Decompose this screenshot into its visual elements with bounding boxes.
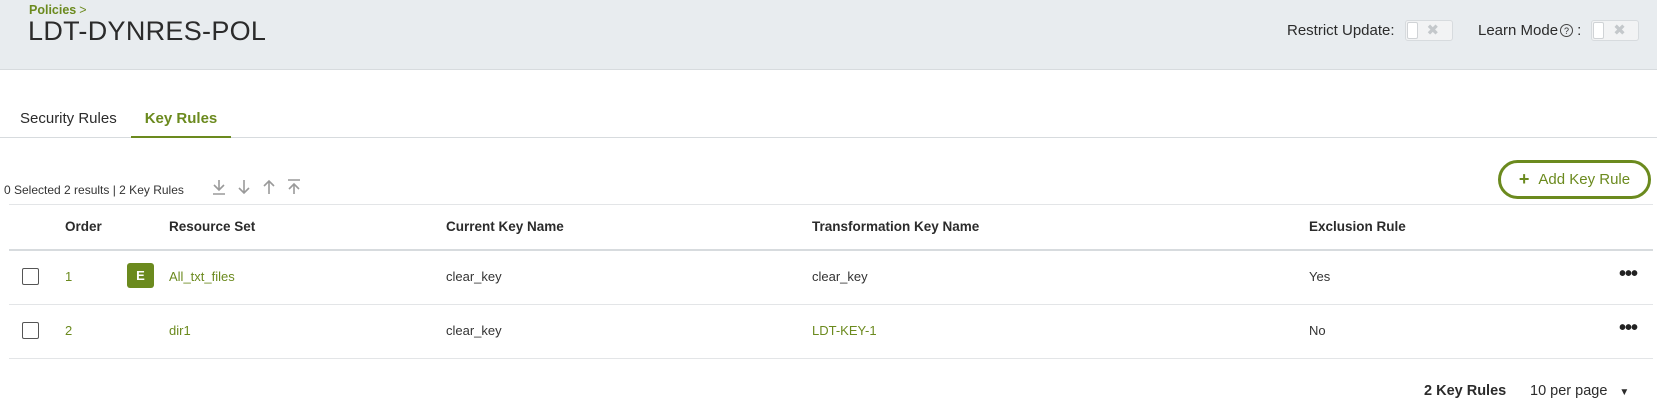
reorder-toolbar: [210, 178, 302, 198]
restrict-update-control: Restrict Update: ✖: [1287, 20, 1453, 41]
move-to-bottom-icon[interactable]: [210, 178, 227, 198]
column-header-exclusion-rule[interactable]: Exclusion Rule: [1309, 219, 1406, 234]
toggle-knob: [1593, 22, 1605, 39]
table-header: Order Resource Set Current Key Name Tran…: [9, 204, 1653, 251]
page-header: Policies > LDT-DYNRES-POL Restrict Update…: [0, 0, 1657, 70]
row-order[interactable]: 2: [65, 323, 72, 338]
tab-bar: Security Rules Key Rules: [0, 100, 1657, 138]
transformation-key-name: clear_key: [812, 269, 868, 284]
chevron-down-icon: ▼: [1619, 387, 1630, 398]
learn-mode-toggle[interactable]: ✖: [1591, 20, 1640, 41]
restrict-update-label: Restrict Update:: [1287, 22, 1395, 39]
row-order[interactable]: 1: [65, 269, 72, 284]
column-header-resource-set[interactable]: Resource Set: [169, 219, 255, 234]
table-row[interactable]: 2 dir1 clear_key LDT-KEY-1 No •••: [9, 305, 1653, 359]
breadcrumb[interactable]: Policies >: [29, 3, 87, 17]
table-row[interactable]: 1 E All_txt_files clear_key clear_key Ye…: [9, 251, 1653, 305]
column-header-current-key-name[interactable]: Current Key Name: [446, 219, 564, 234]
add-key-rule-button[interactable]: + Add Key Rule: [1498, 160, 1651, 199]
transformation-key-link[interactable]: LDT-KEY-1: [812, 323, 877, 338]
per-page-select[interactable]: 10 per page ▼: [1530, 383, 1629, 399]
exclusion-rule-value: No: [1309, 323, 1326, 338]
exclusion-rule-value: Yes: [1309, 269, 1331, 284]
pagination-total: 2 Key Rules: [1424, 383, 1507, 399]
help-icon[interactable]: ?: [1560, 24, 1574, 37]
close-icon: ✖: [1613, 22, 1626, 39]
resource-set-link[interactable]: All_txt_files: [169, 269, 235, 284]
per-page-value: 10 per page: [1530, 383, 1608, 399]
move-down-icon[interactable]: [235, 178, 252, 198]
plus-icon: +: [1518, 169, 1530, 189]
learn-mode-label: Learn Mode: [1478, 22, 1559, 39]
breadcrumb-chevron-icon: >: [79, 3, 87, 17]
resource-set-link[interactable]: dir1: [169, 323, 191, 338]
add-key-rule-label: Add Key Rule: [1538, 171, 1631, 188]
toggle-knob: [1406, 22, 1418, 39]
row-checkbox[interactable]: [22, 268, 39, 285]
page-title: LDT-DYNRES-POL: [28, 16, 267, 46]
tab-security-rules[interactable]: Security Rules: [20, 100, 117, 138]
tab-key-rules[interactable]: Key Rules: [131, 100, 231, 138]
row-checkbox[interactable]: [22, 322, 39, 339]
column-header-order[interactable]: Order: [65, 219, 102, 234]
breadcrumb-policies-link[interactable]: Policies: [29, 3, 76, 17]
more-actions-icon[interactable]: •••: [1619, 263, 1638, 286]
close-icon: ✖: [1426, 22, 1440, 39]
key-rules-table: Order Resource Set Current Key Name Tran…: [9, 204, 1653, 359]
current-key-name: clear_key: [446, 269, 502, 284]
current-key-name: clear_key: [446, 323, 502, 338]
exclusion-badge: E: [127, 263, 154, 288]
column-header-transformation-key-name[interactable]: Transformation Key Name: [812, 219, 979, 234]
selection-summary: 0 Selected 2 results | 2 Key Rules: [4, 183, 184, 197]
restrict-update-toggle[interactable]: ✖: [1404, 20, 1453, 41]
move-up-icon[interactable]: [260, 178, 277, 198]
move-to-top-icon[interactable]: [285, 178, 302, 198]
learn-mode-colon: :: [1577, 22, 1582, 39]
more-actions-icon[interactable]: •••: [1619, 317, 1638, 340]
learn-mode-control: Learn Mode ? : ✖: [1478, 20, 1640, 41]
